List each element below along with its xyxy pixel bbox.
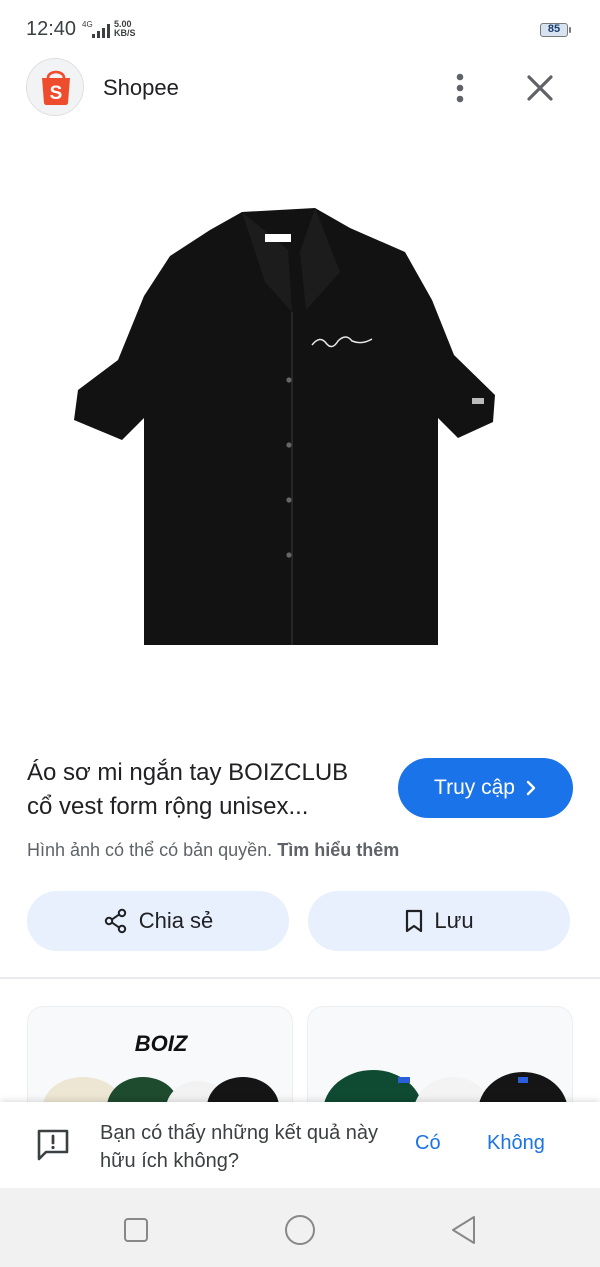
shopee-logo-icon[interactable]: S xyxy=(26,58,84,116)
section-divider xyxy=(0,977,600,979)
recents-square-icon[interactable] xyxy=(116,1210,156,1250)
visit-label: Truy cập xyxy=(434,776,515,799)
more-vert-icon[interactable] xyxy=(444,70,476,106)
black-shirt-image[interactable] xyxy=(60,190,510,660)
feedback-no-button[interactable]: Không xyxy=(487,1132,545,1155)
app-title: Shopee xyxy=(103,75,179,100)
share-label: Chia sẻ xyxy=(138,908,214,933)
copyright-notice: Hình ảnh có thể có bản quyền. Tìm hiểu t… xyxy=(27,840,399,861)
learn-more-link[interactable]: Tìm hiểu thêm xyxy=(277,840,399,860)
visit-button[interactable]: Truy cập xyxy=(398,758,573,818)
network-speed: 5.00 KB/S xyxy=(114,20,136,38)
chevron-right-icon xyxy=(526,780,536,796)
close-icon[interactable] xyxy=(520,68,560,108)
share-button[interactable]: Chia sẻ xyxy=(27,891,289,951)
system-nav-bar xyxy=(0,1188,600,1267)
shopee-bag-icon: S xyxy=(42,70,70,105)
status-bar: 12:40 4G 5.00 KB/S 85 xyxy=(0,0,600,60)
feedback-yes-button[interactable]: Có xyxy=(415,1132,441,1155)
bookmark-icon xyxy=(406,909,423,933)
home-circle-icon[interactable] xyxy=(280,1210,320,1250)
product-title[interactable]: Áo sơ mi ngắn tay BOIZCLUB cổ vest form … xyxy=(27,756,377,824)
battery-icon: 85 xyxy=(540,23,571,37)
svg-text:S: S xyxy=(50,83,63,104)
feedback-question: Bạn có thấy những kết quả này hữu ích kh… xyxy=(100,1122,379,1172)
svg-text:BOIZ: BOIZ xyxy=(135,1031,189,1056)
battery-level: 85 xyxy=(547,23,561,35)
feedback-bar: Bạn có thấy những kết quả này hữu ích kh… xyxy=(0,1102,600,1188)
copyright-text: Hình ảnh có thể có bản quyền. xyxy=(27,840,273,860)
save-label: Lưu xyxy=(434,908,474,933)
status-time: 12:40 xyxy=(26,18,77,40)
signal-icon xyxy=(92,24,110,38)
app-header: S Shopee xyxy=(0,58,600,118)
speed-unit: KB/S xyxy=(114,28,136,38)
share-icon xyxy=(104,908,126,934)
save-button[interactable]: Lưu xyxy=(308,891,570,951)
back-triangle-icon[interactable] xyxy=(444,1210,484,1250)
feedback-icon xyxy=(37,1129,69,1161)
